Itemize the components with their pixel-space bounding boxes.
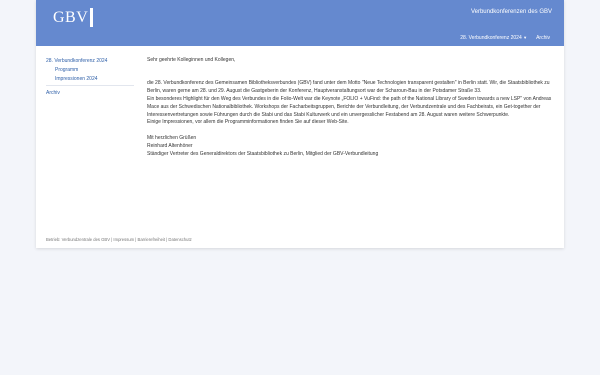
- paragraph-highlight: Ein besonderes Highlight für den Weg des…: [147, 95, 552, 118]
- sidebar-item-programm[interactable]: Programm: [46, 66, 138, 75]
- sidebar-divider: [46, 85, 134, 86]
- top-navigation: 28. Verbundkonferenz 2024 ▼ Archiv: [460, 35, 550, 41]
- signatory-role: Ständiger Vertreter des Generaldirektors…: [147, 150, 379, 157]
- page-container: GBV Verbundkonferenzen des GBV 28. Verbu…: [36, 0, 564, 248]
- nav-item-label: 28. Verbundkonferenz 2024: [460, 35, 522, 41]
- main-content: Sehr geehrte Kolleginnen und Kollegen, d…: [147, 57, 559, 158]
- sidebar: 28. Verbundkonferenz 2024 Programm Impre…: [46, 57, 138, 98]
- greeting: Sehr geehrte Kolleginnen und Kollegen,: [147, 57, 236, 63]
- paragraph-impressions: Einige Impressionen, vor allem die Progr…: [147, 119, 349, 126]
- logo-bar-icon: [90, 8, 94, 27]
- chevron-down-icon[interactable]: ▼: [523, 35, 527, 40]
- sidebar-item-verbundkonferenz-2024[interactable]: 28. Verbundkonferenz 2024: [46, 57, 138, 66]
- sidebar-item-archiv[interactable]: Archiv: [46, 89, 138, 98]
- closing: Mit herzlichen Grüßen: [147, 134, 197, 141]
- site-header: GBV Verbundkonferenzen des GBV 28. Verbu…: [36, 0, 564, 46]
- logo-text: GBV: [53, 8, 89, 26]
- site-title[interactable]: Verbundkonferenzen des GBV: [471, 9, 552, 15]
- gbv-logo[interactable]: GBV: [53, 8, 94, 27]
- sidebar-item-impressionen-2024[interactable]: Impressionen 2024: [46, 75, 138, 84]
- nav-item-archiv[interactable]: Archiv: [536, 35, 550, 41]
- site-footer[interactable]: Betrieb: Verbundzentrale des GBV | Impre…: [46, 237, 192, 242]
- nav-item-verbundkonferenz-2024[interactable]: 28. Verbundkonferenz 2024 ▼: [460, 35, 527, 41]
- signatory-name: Reinhard Altenhöner: [147, 142, 193, 149]
- paragraph-intro: die 28. Verbundkonferenz des Gemeinsamen…: [147, 80, 550, 95]
